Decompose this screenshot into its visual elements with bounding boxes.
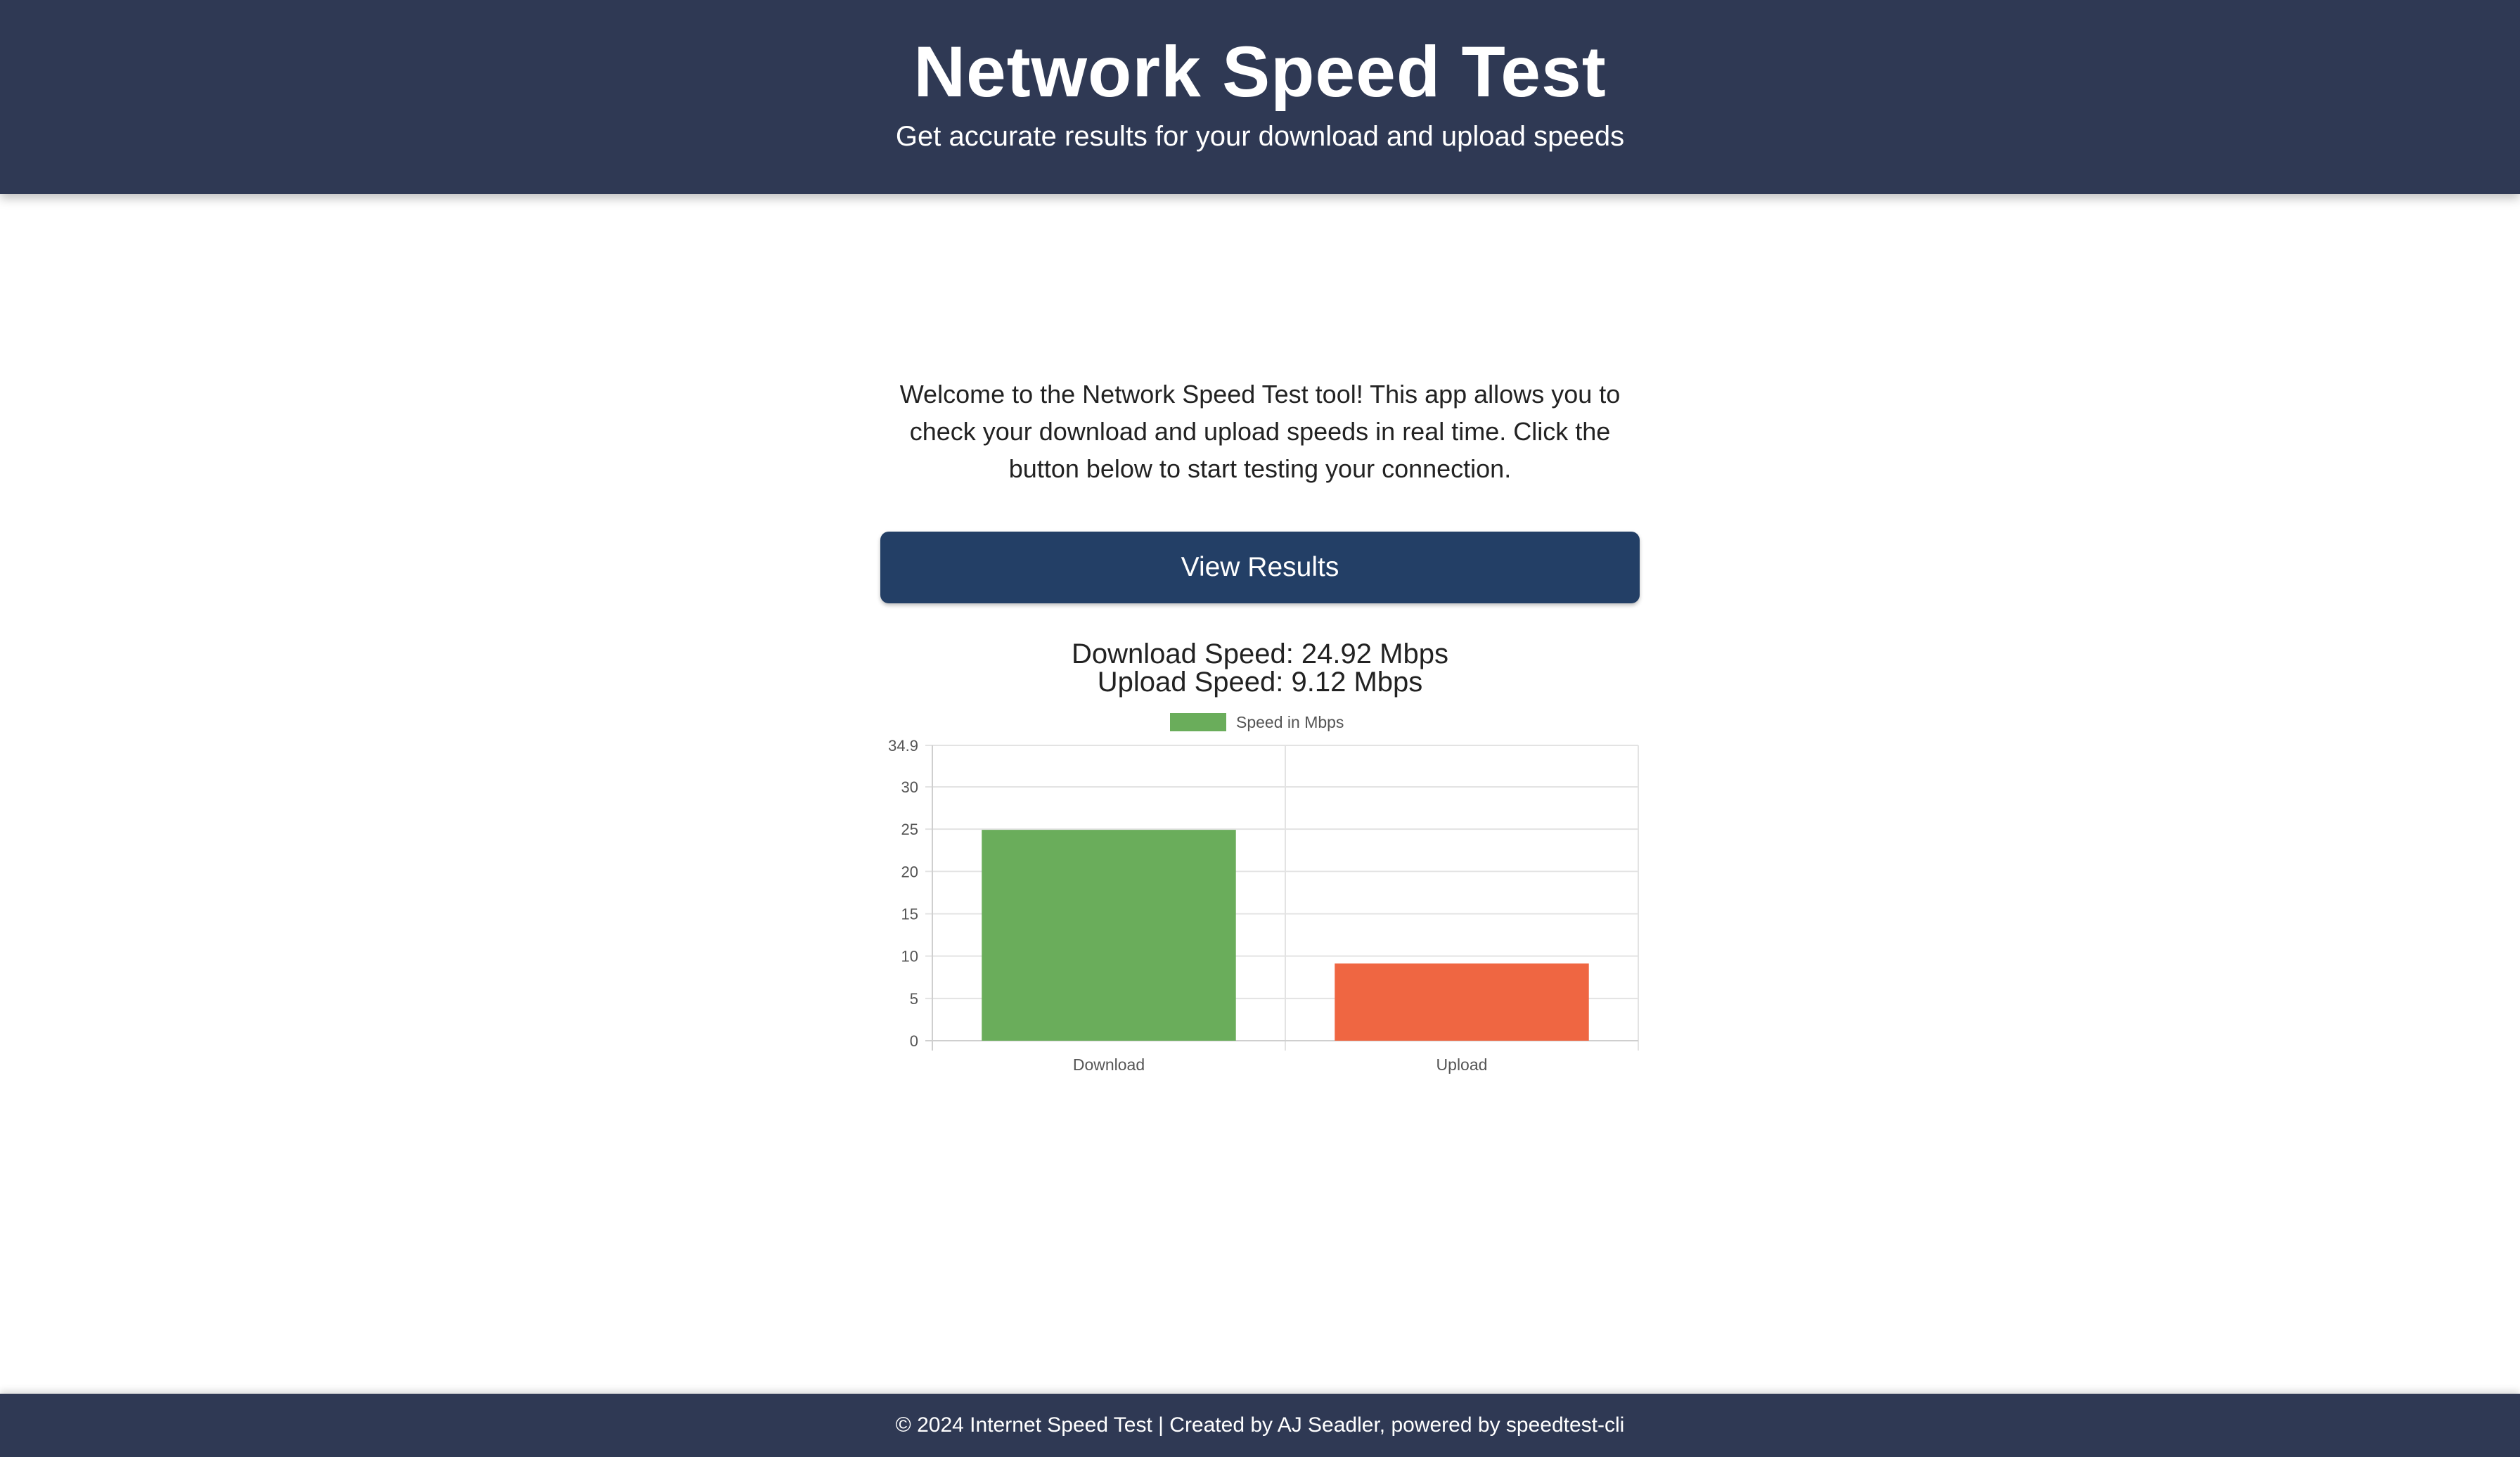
bar-upload — [1335, 963, 1589, 1041]
bar-download — [982, 830, 1236, 1041]
view-results-button[interactable]: View Results — [880, 532, 1640, 603]
page-header: Network Speed Test Get accurate results … — [0, 0, 2520, 194]
upload-speed-text: Upload Speed: 9.12 Mbps — [1097, 667, 1423, 698]
legend-label: Speed in Mbps — [1236, 713, 1344, 731]
x-tick-label: Download — [1073, 1055, 1145, 1074]
y-tick-label: 34.9 — [888, 737, 918, 755]
y-tick-label: 5 — [910, 990, 918, 1008]
speed-results: Download Speed: 24.92 Mbps Upload Speed:… — [880, 640, 1640, 696]
intro-text: Welcome to the Network Speed Test tool! … — [899, 380, 1621, 483]
page-footer: © 2024 Internet Speed Test | Created by … — [0, 1394, 2520, 1457]
download-speed-text: Download Speed: 24.92 Mbps — [1072, 638, 1448, 669]
footer-text: © 2024 Internet Speed Test | Created by … — [895, 1413, 1625, 1437]
page-title: Network Speed Test — [913, 32, 1607, 112]
page-subtitle: Get accurate results for your download a… — [895, 121, 1625, 152]
y-tick-label: 25 — [901, 821, 918, 838]
legend-swatch — [1170, 713, 1226, 731]
y-tick-label: 10 — [901, 948, 918, 965]
speed-bar-chart: 0 5 10 15 20 25 30 34.9 Download Upload Speed in M… — [888, 713, 1639, 1074]
y-tick-label: 0 — [910, 1032, 918, 1050]
y-tick-label: 15 — [901, 905, 918, 923]
y-tick-label: 20 — [901, 863, 918, 880]
x-tick-label: Upload — [1436, 1055, 1488, 1074]
y-tick-label: 30 — [901, 778, 918, 796]
